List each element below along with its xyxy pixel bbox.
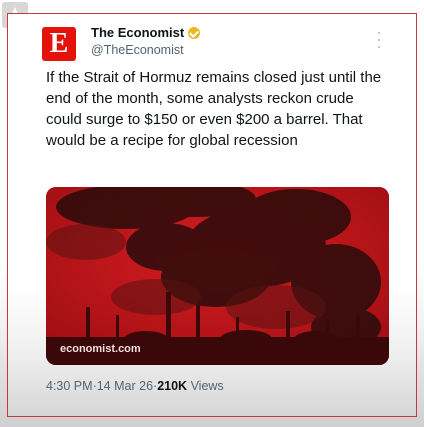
account-handle[interactable]: @TheEconomist — [91, 43, 184, 57]
verified-badge-icon — [188, 26, 201, 39]
views-label: Views — [190, 379, 224, 393]
refinery-smoke-image — [46, 187, 389, 365]
avatar[interactable]: E — [42, 27, 76, 61]
media-caption[interactable]: economist.com — [60, 343, 141, 355]
tweet-text: If the Strait of Hormuz remains closed j… — [46, 69, 382, 149]
tweet-time[interactable]: 4:30 PM — [46, 379, 93, 393]
account-name[interactable]: The Economist — [91, 25, 184, 40]
screenshot-frame: E The Economist @TheEconomist If the Str… — [0, 0, 424, 427]
tweet-media-image[interactable]: economist.com — [46, 187, 389, 365]
account-name-row[interactable]: The Economist — [91, 25, 201, 40]
views-count[interactable]: 210K — [157, 379, 187, 393]
more-dots-icon[interactable] — [377, 32, 381, 48]
tweet-date[interactable]: 14 Mar 26 — [97, 379, 153, 393]
tweet-meta: 4:30 PM · 14 Mar 26 · 210K Views — [46, 379, 224, 393]
